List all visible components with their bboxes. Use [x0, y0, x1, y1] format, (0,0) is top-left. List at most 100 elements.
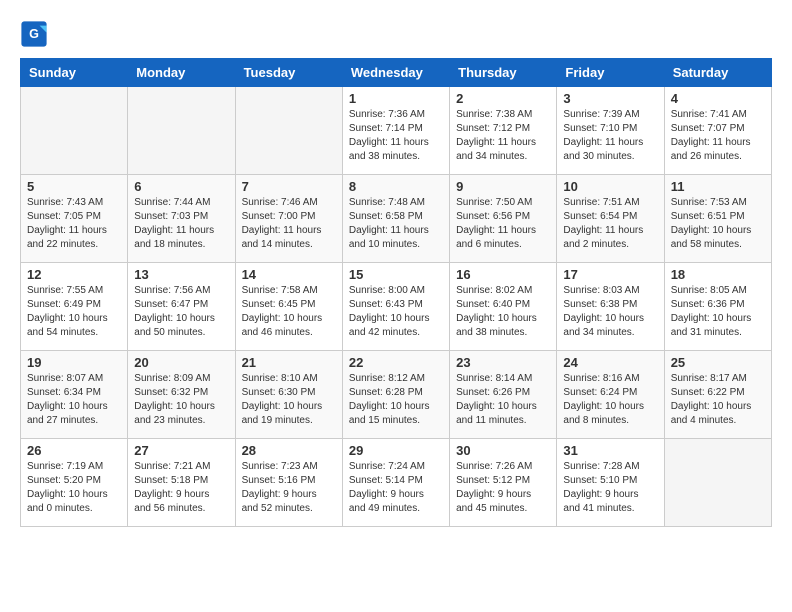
calendar-cell: 22Sunrise: 8:12 AM Sunset: 6:28 PM Dayli…	[342, 351, 449, 439]
calendar-cell: 6 Sunrise: 7:44 AM Sunset: 7:03 PM Daylig…	[128, 175, 235, 263]
day-info: Sunrise: 7:21 AM Sunset: 5:18 PM Dayligh…	[134, 460, 228, 516]
day-number: 26	[27, 443, 121, 458]
day-info: Sunrise: 8:02 AM Sunset: 6:40 PM Dayligh…	[456, 284, 550, 340]
day-number: 25	[671, 355, 765, 370]
day-number: 5	[27, 179, 121, 194]
day-number: 15	[349, 267, 443, 282]
calendar-cell: 13 Sunrise: 7:56 AM Sunset: 6:47 PM Dayli…	[128, 263, 235, 351]
day-number: 28	[242, 443, 336, 458]
calendar-cell: 11 Sunrise: 7:53 AM Sunset: 6:51 PM Dayli…	[664, 175, 771, 263]
day-info: Sunrise: 7:36 AM Sunset: 7:14 PM Dayligh…	[349, 108, 443, 164]
day-info: Sunrise: 8:17 AM Sunset: 6:22 PM Dayligh…	[671, 372, 765, 428]
calendar-header-monday: Monday	[128, 59, 235, 87]
day-number: 8	[349, 179, 443, 194]
day-info: Sunrise: 7:50 AM Sunset: 6:56 PM Dayligh…	[456, 196, 550, 252]
calendar-cell	[235, 87, 342, 175]
day-number: 24	[563, 355, 657, 370]
calendar-week-row-4: 19 Sunrise: 8:07 AM Sunset: 6:34 PM Dayli…	[21, 351, 772, 439]
calendar-cell: 23 Sunrise: 8:14 AM Sunset: 6:26 PM Dayli…	[450, 351, 557, 439]
calendar-cell	[664, 439, 771, 527]
calendar-header-sunday: Sunday	[21, 59, 128, 87]
day-number: 30	[456, 443, 550, 458]
day-number: 18	[671, 267, 765, 282]
calendar-cell: 2 Sunrise: 7:38 AM Sunset: 7:12 PM Daylig…	[450, 87, 557, 175]
day-number: 6	[134, 179, 228, 194]
svg-text:G: G	[29, 27, 39, 41]
day-info: Sunrise: 7:24 AM Sunset: 5:14 PM Dayligh…	[349, 460, 443, 516]
calendar-cell: 20Sunrise: 8:09 AM Sunset: 6:32 PM Dayli…	[128, 351, 235, 439]
day-number: 19	[27, 355, 121, 370]
day-number: 16	[456, 267, 550, 282]
day-info: Sunrise: 7:48 AM Sunset: 6:58 PM Dayligh…	[349, 196, 443, 252]
day-number: 22	[349, 355, 443, 370]
day-info: Sunrise: 7:39 AM Sunset: 7:10 PM Dayligh…	[563, 108, 657, 164]
calendar-cell: 5Sunrise: 7:43 AM Sunset: 7:05 PM Daylig…	[21, 175, 128, 263]
calendar-cell: 18Sunrise: 8:05 AM Sunset: 6:36 PM Dayli…	[664, 263, 771, 351]
calendar-cell: 12 Sunrise: 7:55 AM Sunset: 6:49 PM Dayli…	[21, 263, 128, 351]
day-info: Sunrise: 8:03 AM Sunset: 6:38 PM Dayligh…	[563, 284, 657, 340]
calendar-week-row-1: 1 Sunrise: 7:36 AM Sunset: 7:14 PM Daylig…	[21, 87, 772, 175]
calendar-cell: 14Sunrise: 7:58 AM Sunset: 6:45 PM Dayli…	[235, 263, 342, 351]
calendar-cell: 25 Sunrise: 8:17 AM Sunset: 6:22 PM Dayli…	[664, 351, 771, 439]
day-number: 11	[671, 179, 765, 194]
day-info: Sunrise: 7:19 AM Sunset: 5:20 PM Dayligh…	[27, 460, 121, 516]
day-info: Sunrise: 7:44 AM Sunset: 7:03 PM Dayligh…	[134, 196, 228, 252]
day-info: Sunrise: 7:26 AM Sunset: 5:12 PM Dayligh…	[456, 460, 550, 516]
day-info: Sunrise: 8:14 AM Sunset: 6:26 PM Dayligh…	[456, 372, 550, 428]
calendar-cell	[128, 87, 235, 175]
day-number: 12	[27, 267, 121, 282]
calendar-cell: 26 Sunrise: 7:19 AM Sunset: 5:20 PM Dayli…	[21, 439, 128, 527]
day-number: 2	[456, 91, 550, 106]
day-number: 7	[242, 179, 336, 194]
calendar-header-tuesday: Tuesday	[235, 59, 342, 87]
day-info: Sunrise: 8:07 AM Sunset: 6:34 PM Dayligh…	[27, 372, 121, 428]
day-number: 23	[456, 355, 550, 370]
day-number: 14	[242, 267, 336, 282]
calendar-cell: 30 Sunrise: 7:26 AM Sunset: 5:12 PM Dayli…	[450, 439, 557, 527]
calendar-week-row-5: 26 Sunrise: 7:19 AM Sunset: 5:20 PM Dayli…	[21, 439, 772, 527]
calendar-cell: 27Sunrise: 7:21 AM Sunset: 5:18 PM Dayli…	[128, 439, 235, 527]
calendar-cell: 15 Sunrise: 8:00 AM Sunset: 6:43 PM Dayli…	[342, 263, 449, 351]
calendar-header-friday: Friday	[557, 59, 664, 87]
day-info: Sunrise: 7:56 AM Sunset: 6:47 PM Dayligh…	[134, 284, 228, 340]
day-number: 9	[456, 179, 550, 194]
day-info: Sunrise: 7:38 AM Sunset: 7:12 PM Dayligh…	[456, 108, 550, 164]
calendar-cell: 16 Sunrise: 8:02 AM Sunset: 6:40 PM Dayli…	[450, 263, 557, 351]
day-number: 31	[563, 443, 657, 458]
calendar-cell: 24Sunrise: 8:16 AM Sunset: 6:24 PM Dayli…	[557, 351, 664, 439]
calendar-cell: 7 Sunrise: 7:46 AM Sunset: 7:00 PM Daylig…	[235, 175, 342, 263]
day-number: 1	[349, 91, 443, 106]
day-number: 13	[134, 267, 228, 282]
day-info: Sunrise: 7:23 AM Sunset: 5:16 PM Dayligh…	[242, 460, 336, 516]
day-number: 29	[349, 443, 443, 458]
day-info: Sunrise: 7:46 AM Sunset: 7:00 PM Dayligh…	[242, 196, 336, 252]
calendar-cell: 3 Sunrise: 7:39 AM Sunset: 7:10 PM Daylig…	[557, 87, 664, 175]
calendar-cell: 8 Sunrise: 7:48 AM Sunset: 6:58 PM Daylig…	[342, 175, 449, 263]
day-info: Sunrise: 8:10 AM Sunset: 6:30 PM Dayligh…	[242, 372, 336, 428]
calendar-header-saturday: Saturday	[664, 59, 771, 87]
page-header: G	[20, 20, 772, 48]
calendar-week-row-2: 5Sunrise: 7:43 AM Sunset: 7:05 PM Daylig…	[21, 175, 772, 263]
calendar-cell: 31 Sunrise: 7:28 AM Sunset: 5:10 PM Dayli…	[557, 439, 664, 527]
logo-icon: G	[20, 20, 48, 48]
calendar-week-row-3: 12 Sunrise: 7:55 AM Sunset: 6:49 PM Dayli…	[21, 263, 772, 351]
day-number: 10	[563, 179, 657, 194]
calendar-table: SundayMondayTuesdayWednesdayThursdayFrid…	[20, 58, 772, 527]
day-number: 4	[671, 91, 765, 106]
day-number: 3	[563, 91, 657, 106]
calendar-cell: 4 Sunrise: 7:41 AM Sunset: 7:07 PM Daylig…	[664, 87, 771, 175]
logo: G	[20, 20, 52, 48]
day-info: Sunrise: 7:53 AM Sunset: 6:51 PM Dayligh…	[671, 196, 765, 252]
calendar-cell: 17Sunrise: 8:03 AM Sunset: 6:38 PM Dayli…	[557, 263, 664, 351]
calendar-header-wednesday: Wednesday	[342, 59, 449, 87]
calendar-cell: 10 Sunrise: 7:51 AM Sunset: 6:54 PM Dayli…	[557, 175, 664, 263]
day-info: Sunrise: 8:00 AM Sunset: 6:43 PM Dayligh…	[349, 284, 443, 340]
day-number: 20	[134, 355, 228, 370]
day-info: Sunrise: 7:28 AM Sunset: 5:10 PM Dayligh…	[563, 460, 657, 516]
day-info: Sunrise: 7:51 AM Sunset: 6:54 PM Dayligh…	[563, 196, 657, 252]
calendar-cell: 1 Sunrise: 7:36 AM Sunset: 7:14 PM Daylig…	[342, 87, 449, 175]
day-info: Sunrise: 7:55 AM Sunset: 6:49 PM Dayligh…	[27, 284, 121, 340]
calendar-header-row: SundayMondayTuesdayWednesdayThursdayFrid…	[21, 59, 772, 87]
day-info: Sunrise: 7:41 AM Sunset: 7:07 PM Dayligh…	[671, 108, 765, 164]
calendar-cell: 9 Sunrise: 7:50 AM Sunset: 6:56 PM Daylig…	[450, 175, 557, 263]
